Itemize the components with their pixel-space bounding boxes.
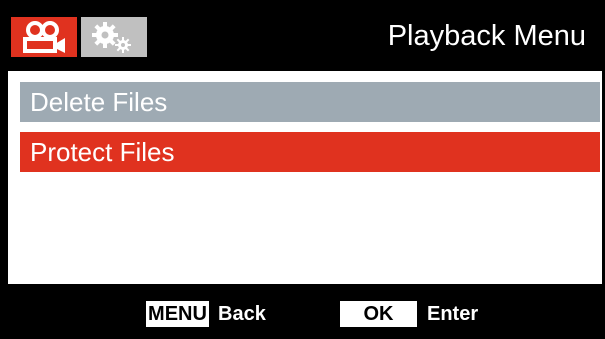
back-action-label: Back (218, 303, 266, 325)
enter-action-label: Enter (427, 303, 479, 325)
menu-item-protect-files[interactable]: Protect Files (20, 132, 600, 172)
menu-key-label: MENU (146, 301, 209, 327)
footer-bar (0, 284, 605, 339)
tab-settings[interactable] (81, 17, 147, 57)
menu-item-delete-files[interactable]: Delete Files (20, 82, 600, 122)
camcorder-icon (23, 21, 65, 53)
ok-key-label: OK (340, 301, 417, 327)
page-title: Playback Menu (387, 20, 586, 52)
gears-icon (92, 22, 131, 53)
tab-video[interactable] (11, 17, 77, 57)
dashcam-screen: Playback Menu Delete Files Protect Files… (0, 0, 605, 339)
